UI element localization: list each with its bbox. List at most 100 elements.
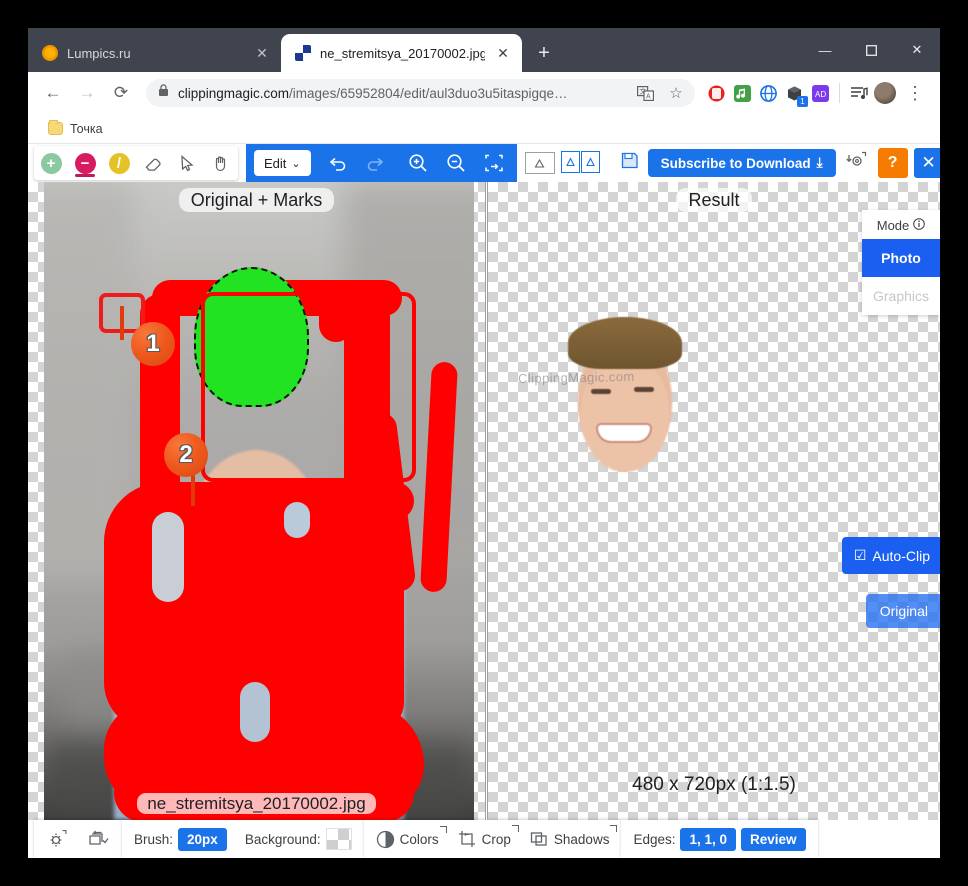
colors-button[interactable]: Colors: [372, 825, 447, 851]
background-setting[interactable]: Background:: [241, 826, 356, 852]
filename-label: ne_stremitsya_20170002.jpg: [28, 793, 485, 814]
url-domain: clippingmagic.com: [178, 85, 290, 101]
extension-badge-count: 1: [797, 96, 808, 107]
folder-icon: [48, 120, 63, 135]
bookmark-star-icon[interactable]: ☆: [665, 82, 687, 104]
translate-icon[interactable]: 文 A: [634, 82, 656, 104]
brush-size-value[interactable]: 20px: [178, 827, 227, 851]
tab-title: Lumpics.ru: [67, 45, 131, 61]
fit-to-screen-button[interactable]: [475, 144, 513, 182]
edges-setting[interactable]: Edges: 1, 1, 0 Review: [629, 826, 809, 853]
scalpel-tool-button[interactable]: /: [102, 146, 136, 180]
expand-corner-icon: [511, 825, 519, 832]
single-view-button[interactable]: [524, 152, 555, 174]
help-button[interactable]: ?: [877, 148, 908, 178]
browser-tab-clippingmagic[interactable]: ne_stremitsya_20170002.jpg - Cli ✕: [281, 34, 522, 72]
eraser-tool-button[interactable]: [136, 146, 170, 180]
view-mode-group: [516, 144, 609, 182]
edit-undo-group: Edit ⌄: [246, 144, 395, 182]
orange-circle-icon: [42, 45, 58, 61]
brush-setting[interactable]: Brush: 20px: [130, 826, 231, 853]
address-bar[interactable]: clippingmagic.com/images/65952804/edit/a…: [146, 79, 695, 107]
undo-icon: [329, 157, 346, 171]
browser-tab-lumpics[interactable]: Lumpics.ru ✕: [28, 34, 281, 72]
close-editor-button[interactable]: ✕: [913, 148, 940, 178]
close-icon[interactable]: ✕: [494, 44, 512, 62]
ad-extension-icon[interactable]: AD: [809, 82, 831, 104]
minimize-button[interactable]: —: [802, 28, 848, 72]
settings-gear-icon: [50, 830, 67, 847]
box-extension-icon[interactable]: 1: [783, 82, 808, 107]
annotation-stem-1: [120, 306, 124, 340]
mode-option-graphics[interactable]: Graphics: [862, 277, 940, 315]
download-group: Subscribe to Download ⤓: [608, 144, 878, 182]
zoom-out-button[interactable]: [437, 144, 475, 182]
bottom-toolbar: Brush: 20px Background: Colors Crop Shad…: [28, 820, 940, 858]
result-eye-left: [591, 389, 611, 394]
selection-rectangle[interactable]: [201, 292, 416, 482]
subscribe-to-download-button[interactable]: Subscribe to Download ⤓: [647, 149, 836, 177]
cursor-tool-button[interactable]: [170, 146, 204, 180]
zoom-in-button[interactable]: [399, 144, 437, 182]
bookmark-tochka[interactable]: Точка: [42, 119, 109, 139]
crop-button[interactable]: Crop: [453, 825, 519, 851]
globe-extension-icon[interactable]: [757, 82, 779, 104]
result-cutout-image[interactable]: [566, 317, 684, 472]
lock-icon: [158, 84, 169, 102]
undo-button[interactable]: [319, 144, 357, 182]
edges-value[interactable]: 1, 1, 0: [680, 827, 737, 851]
forward-button[interactable]: →: [72, 78, 102, 108]
save-button[interactable]: [619, 150, 640, 176]
split-view-button[interactable]: [560, 151, 601, 174]
edges-label: Edges:: [633, 831, 676, 847]
original-image[interactable]: [44, 182, 474, 820]
avatar[interactable]: [874, 82, 896, 104]
editor-workspace: Original + Marks ne_stremitsya_20170002.…: [28, 182, 940, 820]
close-icon[interactable]: ✕: [253, 44, 271, 62]
add-keep-tool-button[interactable]: +: [34, 146, 68, 180]
url-path: /images/65952804/edit/aul3duo3u5itaspigq…: [289, 85, 568, 101]
back-button[interactable]: ←: [38, 78, 68, 108]
split-view-icon-right: [581, 151, 601, 173]
fit-to-screen-icon: [484, 154, 503, 172]
remove-tool-button[interactable]: −: [68, 146, 102, 180]
playlist-icon[interactable]: [848, 82, 870, 104]
mark-gap: [152, 512, 184, 602]
adblock-extension-icon[interactable]: [705, 82, 727, 104]
review-button[interactable]: Review: [741, 827, 806, 851]
subscribe-label: Subscribe to Download: [660, 155, 811, 171]
tab-title: ne_stremitsya_20170002.jpg - Cli: [320, 45, 485, 61]
settings-button[interactable]: [42, 826, 72, 852]
mode-panel: Mode Photo Graphics: [862, 210, 940, 315]
original-pane[interactable]: Original + Marks ne_stremitsya_20170002.…: [28, 182, 485, 820]
clippingmagic-icon: [295, 45, 311, 61]
auto-clip-button[interactable]: ☑ Auto-Clip: [841, 537, 940, 574]
info-icon[interactable]: [913, 218, 926, 233]
browser-toolbar: ← → ⟳ clippingmagic.com/images/65952804/…: [28, 72, 940, 114]
original-toggle-button[interactable]: Original: [865, 594, 940, 628]
new-tab-button[interactable]: +: [530, 39, 558, 67]
close-window-button[interactable]: ✕: [894, 28, 940, 72]
maximize-button[interactable]: [848, 28, 894, 72]
pan-hand-tool-button[interactable]: [204, 146, 238, 180]
expand-corner-icon: [439, 825, 447, 833]
mode-option-photo[interactable]: Photo: [862, 239, 940, 277]
shadows-button[interactable]: Shadows: [525, 825, 618, 851]
hand-icon: [215, 156, 226, 172]
music-extension-icon[interactable]: [731, 82, 753, 104]
zoom-out-icon: [447, 154, 465, 172]
app-toolbar: + − / Edit ⌄ Subscribe to Download ⤓ ? ✕: [28, 144, 940, 182]
redo-all-button[interactable]: [82, 826, 114, 852]
download-settings-button[interactable]: [844, 150, 868, 177]
checkbox-icon: ☑: [853, 547, 867, 563]
reload-button[interactable]: ⟳: [106, 78, 136, 108]
edit-menu-button[interactable]: Edit ⌄: [254, 150, 311, 176]
annotation-badge-2: 2: [164, 433, 208, 477]
redo-button[interactable]: [357, 144, 395, 182]
result-hair: [568, 317, 682, 369]
result-pane[interactable]: Result ClippingMagic.com 480 x 720px (1:…: [488, 182, 940, 820]
transparent-checker-swatch[interactable]: [325, 828, 352, 850]
browser-menu-button[interactable]: ⋮: [900, 78, 930, 108]
pane-divider[interactable]: [485, 182, 488, 820]
browser-window: Lumpics.ru ✕ ne_stremitsya_20170002.jpg …: [28, 28, 940, 858]
